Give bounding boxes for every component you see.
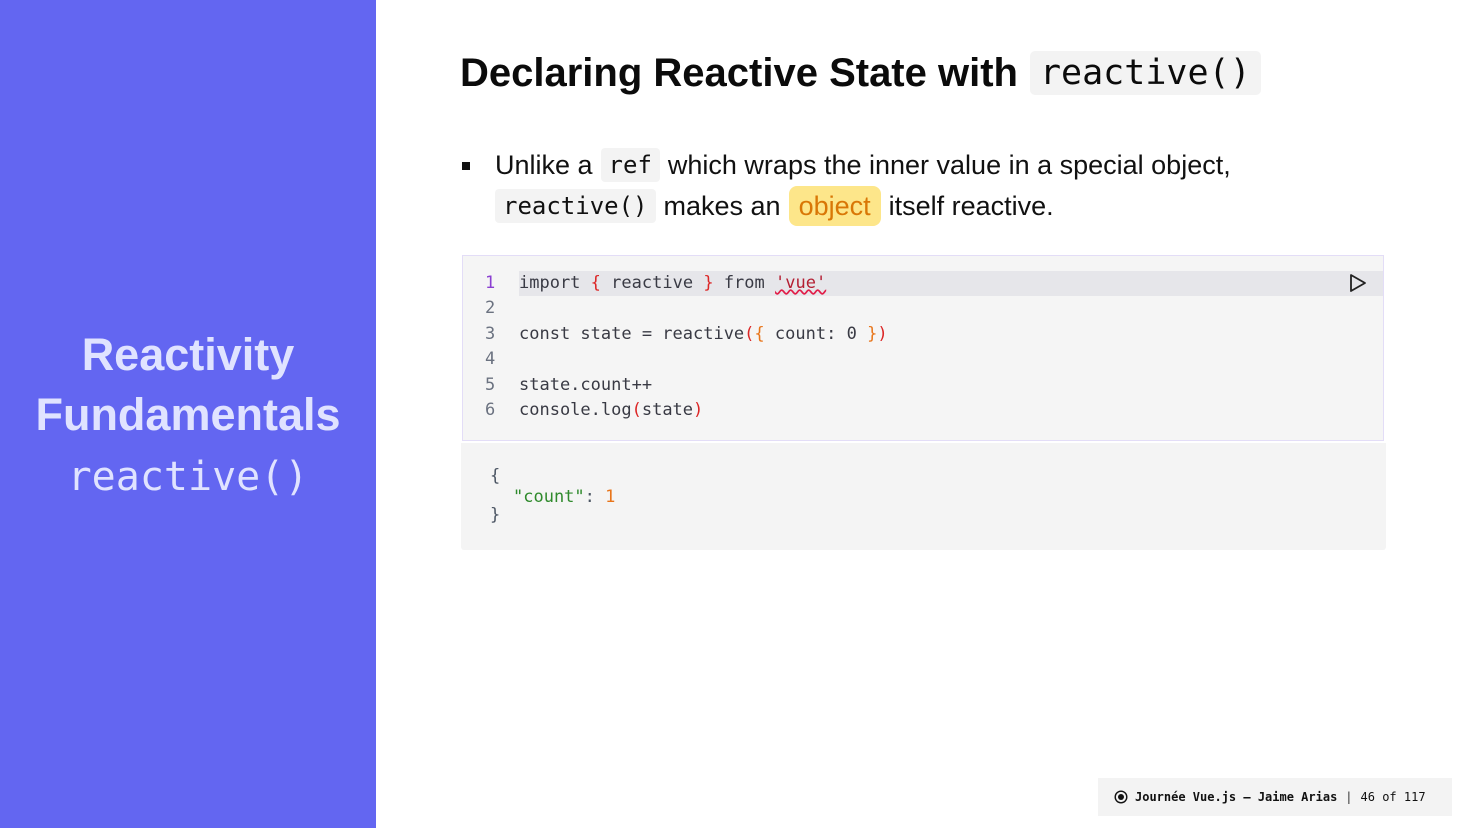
bullet-text-part4: itself reactive.: [888, 191, 1054, 221]
code-line-4[interactable]: 4: [463, 347, 1383, 372]
code-text: console.log(state): [519, 400, 704, 420]
slide-heading: Declaring Reactive State with reactive(): [460, 46, 1261, 100]
code-text: import { reactive } from 'vue': [519, 273, 827, 293]
inline-code-reactive: reactive(): [495, 189, 656, 223]
code-line-3[interactable]: 3 const state = reactive({ count: 0 }): [463, 322, 1383, 347]
bullet-line-1: Unlike a ref which wraps the inner value…: [495, 145, 1231, 185]
code-text: state.count++: [519, 375, 653, 395]
sidebar-title-line2: Fundamentals: [35, 389, 341, 440]
footer-title: Journée Vue.js — Jaime Arias: [1135, 790, 1338, 804]
code-line-6[interactable]: 6 console.log(state): [463, 398, 1383, 423]
line-number: 4: [485, 349, 496, 369]
highlight-object: object: [788, 186, 881, 226]
sidebar-title-line1: Reactivity: [81, 329, 295, 380]
code-line-2[interactable]: 2: [463, 296, 1383, 321]
code-output: { "count": 1 }: [461, 443, 1386, 550]
sidebar-code: reactive(): [67, 454, 309, 500]
bullet-text-part3: makes an: [663, 191, 781, 221]
page-number: 46 of 117: [1360, 790, 1426, 804]
code-line-1[interactable]: 1 import { reactive } from 'vue': [485, 271, 1383, 296]
target-icon: [1114, 790, 1128, 804]
play-icon[interactable]: [1347, 273, 1367, 293]
heading-code: reactive(): [1029, 51, 1261, 95]
bullet-marker: [462, 162, 470, 170]
output-open-brace: {: [490, 466, 501, 486]
line-number: 2: [485, 298, 496, 318]
bullet-line-2: reactive() makes an object itself reacti…: [495, 186, 1054, 226]
code-editor[interactable]: 1 import { reactive } from 'vue' 2 3 con…: [462, 255, 1384, 441]
line-number: 5: [485, 375, 496, 395]
line-number: 3: [485, 324, 496, 344]
code-line-5[interactable]: 5 state.count++: [463, 373, 1383, 398]
line-number: 6: [485, 400, 496, 420]
sidebar: Reactivity Fundamentals reactive(): [0, 0, 376, 828]
bullet-text-part1: Unlike a: [495, 150, 593, 180]
line-number: 1: [485, 273, 496, 293]
inline-code-ref: ref: [600, 148, 660, 182]
footer-separator: |: [1345, 790, 1353, 804]
footer: Journée Vue.js — Jaime Arias | 46 of 117: [1098, 778, 1452, 816]
output-entry: "count": 1: [513, 487, 616, 507]
bullet-text-part2: which wraps the inner value in a special…: [667, 150, 1231, 180]
output-close-brace: }: [490, 505, 501, 525]
code-text: const state = reactive({ count: 0 }): [519, 324, 888, 344]
heading-text: Declaring Reactive State with: [460, 50, 1018, 95]
